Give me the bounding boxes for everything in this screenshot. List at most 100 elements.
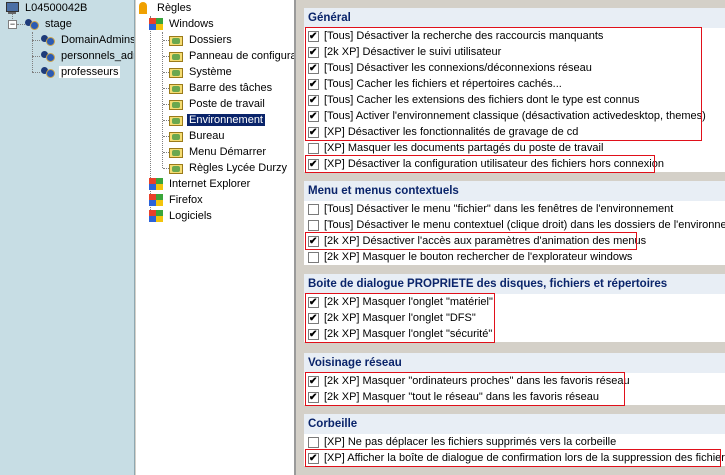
section-title: Général bbox=[304, 8, 725, 28]
collapse-toggle[interactable]: − bbox=[8, 20, 17, 29]
section-body: [2k XP] Masquer "ordinateurs proches" da… bbox=[304, 373, 725, 405]
option-label: [Tous] Activer l'environnement classique… bbox=[324, 110, 706, 123]
folder-icon bbox=[168, 113, 184, 127]
settings-section: Boite de dialogue PROPRIETE des disques,… bbox=[304, 274, 725, 343]
option-label: [2k XP] Masquer "tout le réseau" dans le… bbox=[324, 391, 600, 404]
settings-section: Voisinage réseau [2k XP] Masquer "ordinat… bbox=[304, 353, 725, 406]
option-row[interactable]: [2k XP] Masquer "tout le réseau" dans le… bbox=[304, 389, 725, 405]
windows-icon bbox=[148, 17, 164, 31]
option-checkbox[interactable] bbox=[308, 203, 319, 215]
rules-tree-pane: Règles Windows Dossiers Panneau de config… bbox=[136, 0, 296, 475]
option-checkbox[interactable] bbox=[308, 235, 319, 247]
tree-node-group-selected[interactable]: professeurs bbox=[40, 64, 121, 80]
option-checkbox[interactable] bbox=[308, 78, 319, 90]
option-checkbox[interactable] bbox=[308, 296, 319, 308]
section-body: [Tous] Désactiver le menu "fichier" dans… bbox=[304, 201, 725, 265]
section-body: [Tous] Désactiver la recherche des racco… bbox=[304, 28, 725, 172]
option-checkbox[interactable] bbox=[308, 452, 319, 464]
option-label: [XP] Afficher la boîte de dialogue de co… bbox=[324, 452, 725, 465]
option-checkbox[interactable] bbox=[308, 375, 319, 387]
option-checkbox[interactable] bbox=[308, 328, 319, 340]
option-checkbox[interactable] bbox=[308, 219, 319, 231]
option-label: [XP] Masquer les documents partagés du p… bbox=[324, 142, 604, 155]
section-body: [XP] Ne pas déplacer les fichiers suppri… bbox=[304, 434, 725, 466]
option-row[interactable]: [2k XP] Masquer "ordinateurs proches" da… bbox=[304, 373, 725, 389]
option-checkbox[interactable] bbox=[308, 46, 319, 58]
option-row[interactable]: [2k XP] Masquer le bouton rechercher de … bbox=[304, 249, 725, 265]
tree-node-category[interactable]: Poste de travail bbox=[168, 96, 267, 112]
option-row[interactable]: [Tous] Activer l'environnement classique… bbox=[304, 108, 725, 124]
option-label: [Tous] Cacher les fichiers et répertoire… bbox=[324, 78, 562, 91]
tree-node-category[interactable]: Dossiers bbox=[168, 32, 234, 48]
option-checkbox[interactable] bbox=[308, 62, 319, 74]
tree-node-stage[interactable]: stage bbox=[24, 16, 74, 32]
option-label: [2k XP] Masquer le bouton rechercher de … bbox=[324, 251, 633, 264]
folder-icon bbox=[168, 33, 184, 47]
windows-icon bbox=[148, 177, 164, 191]
tree-node-rules[interactable]: Règles bbox=[136, 0, 193, 16]
section-title: Corbeille bbox=[304, 414, 725, 434]
option-checkbox[interactable] bbox=[308, 251, 319, 263]
option-checkbox[interactable] bbox=[308, 110, 319, 122]
option-checkbox[interactable] bbox=[308, 142, 319, 154]
option-row[interactable]: [2k XP] Masquer l'onglet "DFS" bbox=[304, 310, 725, 326]
option-checkbox[interactable] bbox=[308, 436, 319, 448]
group-icon bbox=[40, 33, 56, 47]
option-row[interactable]: [Tous] Cacher les extensions des fichier… bbox=[304, 92, 725, 108]
computer-icon bbox=[4, 1, 20, 15]
folder-icon bbox=[168, 49, 184, 63]
option-row[interactable]: [Tous] Cacher les fichiers et répertoire… bbox=[304, 76, 725, 92]
tree-node-category[interactable]: Règles Lycée Durzy bbox=[168, 160, 289, 176]
tree-node-category[interactable]: Panneau de configura bbox=[168, 48, 294, 64]
settings-panel: Général [Tous] Désactiver la recherche de… bbox=[298, 0, 725, 475]
option-checkbox[interactable] bbox=[308, 391, 319, 403]
tree-node-logiciels[interactable]: Logiciels bbox=[148, 208, 214, 224]
windows-icon bbox=[148, 209, 164, 223]
option-label: [Tous] Désactiver le menu contextuel (cl… bbox=[324, 219, 725, 232]
option-row[interactable]: [Tous] Désactiver la recherche des racco… bbox=[304, 28, 725, 44]
option-row[interactable]: [XP] Désactiver la configuration utilisa… bbox=[304, 156, 725, 172]
option-row[interactable]: [Tous] Désactiver le menu contextuel (cl… bbox=[304, 217, 725, 233]
rules-icon bbox=[136, 1, 152, 15]
option-row[interactable]: [2k XP] Désactiver l'accès aux paramètre… bbox=[304, 233, 725, 249]
tree-node-windows[interactable]: Windows bbox=[148, 16, 216, 32]
tree-node-firefox[interactable]: Firefox bbox=[148, 192, 205, 208]
windows-icon bbox=[148, 193, 164, 207]
option-row[interactable]: [XP] Afficher la boîte de dialogue de co… bbox=[304, 450, 725, 466]
folder-icon bbox=[168, 81, 184, 95]
tree-node-category[interactable]: Système bbox=[168, 64, 234, 80]
option-label: [2k XP] Masquer l'onglet "matériel" bbox=[324, 296, 493, 309]
option-row[interactable]: [XP] Ne pas déplacer les fichiers suppri… bbox=[304, 434, 725, 450]
option-row[interactable]: [2k XP] Masquer l'onglet "matériel" bbox=[304, 294, 725, 310]
section-title: Voisinage réseau bbox=[304, 353, 725, 373]
option-checkbox[interactable] bbox=[308, 158, 319, 170]
option-row[interactable]: [Tous] Désactiver les connexions/déconne… bbox=[304, 60, 725, 76]
option-row[interactable]: [XP] Masquer les documents partagés du p… bbox=[304, 140, 725, 156]
group-icon bbox=[24, 17, 40, 31]
tree-node-group[interactable]: personnels_adm bbox=[40, 48, 134, 64]
folder-icon bbox=[168, 65, 184, 79]
option-checkbox[interactable] bbox=[308, 94, 319, 106]
option-checkbox[interactable] bbox=[308, 30, 319, 42]
users-tree-pane: L04500042B − stage DomainAdmins personne… bbox=[0, 0, 135, 475]
tree-node-category[interactable]: Bureau bbox=[168, 128, 226, 144]
option-row[interactable]: [2k XP] Masquer l'onglet "sécurité" bbox=[304, 326, 725, 342]
option-label: [2k XP] Masquer l'onglet "DFS" bbox=[324, 312, 476, 325]
option-row[interactable]: [Tous] Désactiver le menu "fichier" dans… bbox=[304, 201, 725, 217]
option-label: [2k XP] Désactiver le suivi utilisateur bbox=[324, 46, 502, 59]
tree-node-category[interactable]: Environnement bbox=[168, 112, 265, 128]
option-row[interactable]: [XP] Désactiver les fonctionnalités de g… bbox=[304, 124, 725, 140]
group-icon bbox=[40, 65, 56, 79]
tree-node-group[interactable]: DomainAdmins bbox=[40, 32, 134, 48]
folder-icon bbox=[168, 97, 184, 111]
tree-node-computer[interactable]: L04500042B bbox=[4, 0, 89, 16]
option-row[interactable]: [2k XP] Désactiver le suivi utilisateur bbox=[304, 44, 725, 60]
folder-icon bbox=[168, 145, 184, 159]
settings-section: Corbeille [XP] Ne pas déplacer les fichie… bbox=[304, 414, 725, 467]
tree-node-category[interactable]: Menu Démarrer bbox=[168, 144, 268, 160]
tree-node-internet-explorer[interactable]: Internet Explorer bbox=[148, 176, 252, 192]
tree-node-category[interactable]: Barre des tâches bbox=[168, 80, 274, 96]
option-label: [2k XP] Masquer "ordinateurs proches" da… bbox=[324, 375, 630, 388]
option-checkbox[interactable] bbox=[308, 126, 319, 138]
option-checkbox[interactable] bbox=[308, 312, 319, 324]
